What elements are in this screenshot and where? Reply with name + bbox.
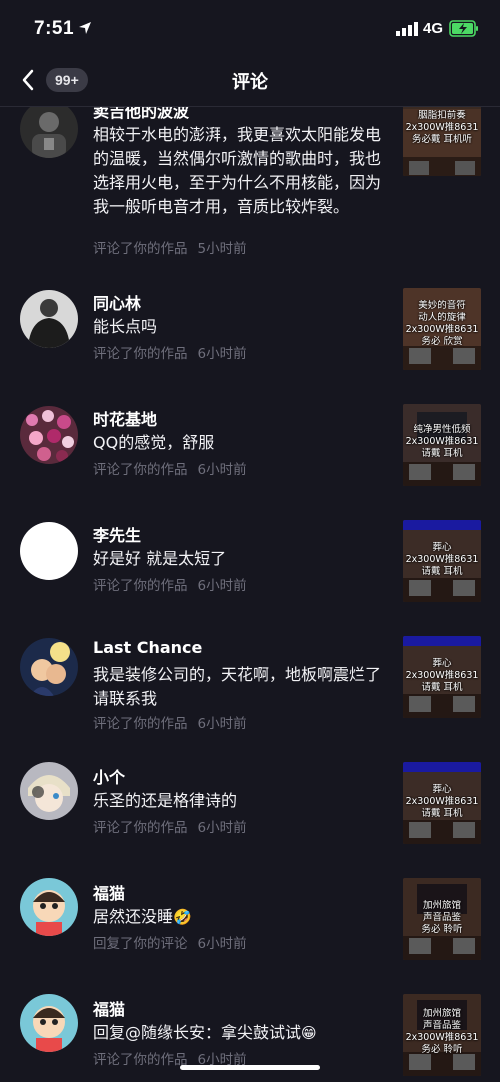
timestamp: 6小时前	[197, 820, 247, 836]
avatar[interactable]	[20, 100, 78, 158]
comment-text: 相较于水电的澎湃，我更喜欢太阳能发电的温暖，当然偶尔听激情的歌曲时，我也选择用火…	[93, 125, 382, 216]
timestamp: 6小时前	[197, 716, 247, 732]
action-text: 回复了你的评论	[93, 936, 188, 952]
timestamp: 6小时前	[197, 936, 247, 952]
avatar[interactable]	[20, 290, 78, 348]
action-text: 评论了你的作品	[93, 462, 188, 478]
comment-text: 居然还没睡🤣	[93, 907, 192, 926]
grinning-emoji-icon: 😁	[301, 1024, 317, 1042]
avatar[interactable]	[20, 522, 78, 580]
comment-text: 好是好 就是太短了	[93, 549, 227, 568]
comment-meta: 评论了你的作品 6小时前	[93, 458, 257, 478]
avatar[interactable]	[20, 878, 78, 936]
laughing-emoji-icon: 🤣	[173, 908, 192, 926]
user-name[interactable]: 福猫	[93, 880, 125, 904]
action-text: 评论了你的作品	[93, 241, 188, 257]
comment-meta: 评论了你的作品 6小时前	[93, 712, 257, 732]
battery-charging-icon	[449, 20, 478, 37]
video-thumbnail[interactable]: 葬心 2x300W推8631 请戴 耳机	[403, 520, 481, 602]
signal-icon	[396, 22, 418, 36]
clock: 7:51	[34, 18, 75, 39]
user-name[interactable]: Last Chance	[93, 638, 202, 657]
timestamp: 6小时前	[197, 346, 247, 362]
timestamp: 5小时前	[197, 241, 247, 257]
avatar[interactable]	[20, 994, 78, 1052]
comment-text: 我是装修公司的，天花啊，地板啊震烂了请联系我	[93, 665, 382, 708]
comment-text: 能长点吗	[93, 317, 158, 336]
network-type: 4G	[423, 20, 444, 37]
page-title: 评论	[232, 72, 268, 93]
comment-meta: 评论了你的作品 5小时前	[93, 237, 257, 257]
comment-list: 卖吉他的波波 相较于水电的澎湃，我更喜欢太阳能发电的温暖，当然偶尔听激情的歌曲时…	[0, 0, 500, 1082]
video-thumbnail[interactable]: 加州旅馆 声音品鉴 2x300W推8631 务必 聆听	[403, 994, 481, 1076]
action-text: 评论了你的作品	[93, 820, 188, 836]
timestamp: 6小时前	[197, 578, 247, 594]
comment-text: QQ的感觉，舒服	[93, 433, 215, 452]
action-text: 评论了你的作品	[93, 346, 188, 362]
navigation-bar: 99+ 评论	[0, 56, 500, 107]
action-text: 评论了你的作品	[93, 578, 188, 594]
location-arrow-icon	[79, 22, 91, 34]
avatar[interactable]	[20, 762, 78, 820]
avatar[interactable]	[20, 638, 78, 696]
comment-meta: 评论了你的作品 6小时前	[93, 574, 257, 594]
video-thumbnail[interactable]: 葬心 2x300W推8631 请戴 耳机	[403, 762, 481, 844]
comment-meta: 回复了你的评论 6小时前	[93, 932, 257, 952]
comment-text: 回复@随缘长安：拿尖鼓试试😁	[93, 1023, 317, 1042]
video-thumbnail[interactable]: 胭脂扣前奏 2x300W推8631 务必戴 耳机听	[403, 104, 481, 176]
timestamp: 6小时前	[197, 462, 247, 478]
user-name[interactable]: 同心林	[93, 290, 141, 314]
action-text: 评论了你的作品	[93, 1052, 188, 1068]
video-thumbnail[interactable]: 美妙的音符 动人的旋律 2x300W推8631 务必 欣赏	[403, 288, 481, 370]
video-thumbnail[interactable]: 加州旅馆 声音品鉴 务必 聆听	[403, 878, 481, 960]
comment-text: 乐圣的还是格律诗的	[93, 791, 238, 810]
comment-meta: 评论了你的作品 6小时前	[93, 342, 257, 362]
comment-meta: 评论了你的作品 6小时前	[93, 816, 257, 836]
avatar[interactable]	[20, 406, 78, 464]
video-thumbnail[interactable]: 葬心 2x300W推8631 请戴 耳机	[403, 636, 481, 718]
user-name[interactable]: 小个	[93, 764, 125, 788]
video-thumbnail[interactable]: 纯净男性低频 2x300W推8631 请戴 耳机	[403, 404, 481, 486]
user-name[interactable]: 福猫	[93, 996, 125, 1020]
user-name[interactable]: 时花基地	[93, 406, 157, 430]
home-indicator[interactable]	[180, 1065, 320, 1070]
status-bar: 7:51 4G	[0, 0, 500, 56]
action-text: 评论了你的作品	[93, 716, 188, 732]
user-name[interactable]: 李先生	[93, 522, 141, 546]
